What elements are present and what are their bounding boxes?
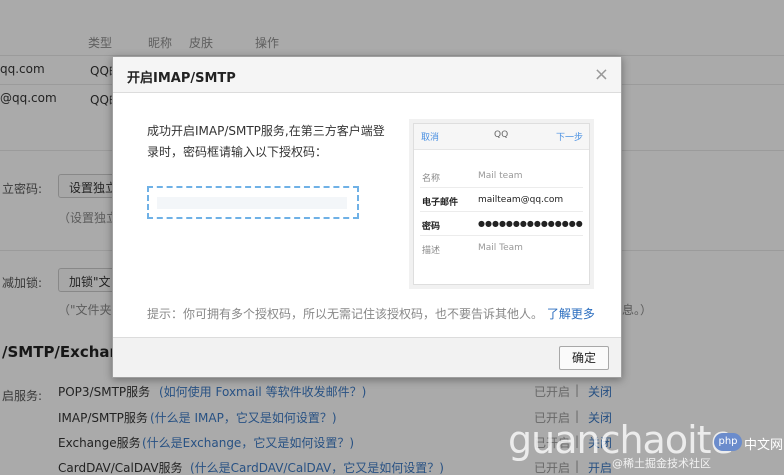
learn-more-link[interactable]: 了解更多 (547, 307, 595, 321)
dialog-tip: 提示：你可拥有多个授权码，所以无需记住该授权码，也不要告诉其他人。 了解更多 (147, 305, 595, 322)
phone-value: Mail team (478, 171, 523, 181)
phone-nav-bar: 取消 QQ 下一步 (414, 124, 589, 150)
confirm-button[interactable]: 确定 (559, 346, 609, 370)
authorization-code-box (147, 186, 359, 219)
phone-label: 名称 (422, 174, 441, 184)
phone-cancel: 取消 (421, 133, 440, 143)
dialog-message: 成功开启IMAP/SMTP服务,在第三方客户端登录时，密码框请输入以下授权码： (147, 124, 385, 159)
phone-value: mailteam@qq.com (478, 195, 564, 205)
phone-preview: 取消 QQ 下一步 名称 Mail team 电子邮件 mailteam@qq.… (413, 123, 590, 285)
phone-row-email: 电子邮件 mailteam@qq.com (420, 188, 583, 212)
authorization-code-redacted (157, 197, 347, 209)
dialog-footer: 确定 (113, 337, 621, 377)
imap-smtp-dialog: 开启IMAP/SMTP × 成功开启IMAP/SMTP服务,在第三方客户端登录时… (112, 56, 622, 378)
phone-label: 电子邮件 (422, 198, 459, 208)
phone-value: ●●●●●●●●●●●●●●● (478, 219, 583, 228)
phone-value: Mail Team (478, 243, 523, 253)
dialog-title: 开启IMAP/SMTP (127, 71, 236, 86)
phone-next: 下一步 (555, 133, 583, 143)
phone-row-password: 密码 ●●●●●●●●●●●●●●● (420, 212, 583, 236)
watermark-sub: @稀土掘金技术社区 (612, 457, 711, 470)
phone-row-description: 描述 Mail Team (420, 236, 583, 260)
watermark-side: 中文网 (744, 438, 784, 453)
phone-row-name: 名称 Mail team (420, 164, 583, 188)
phone-label: 密码 (422, 222, 441, 232)
phone-title: QQ (494, 130, 509, 140)
dialog-header: 开启IMAP/SMTP × (113, 57, 621, 93)
watermark-badge: php (714, 433, 742, 451)
phone-label: 描述 (422, 246, 441, 256)
close-icon[interactable]: × (594, 64, 609, 85)
tip-text: 提示：你可拥有多个授权码，所以无需记住该授权码，也不要告诉其他人。 (147, 307, 544, 321)
